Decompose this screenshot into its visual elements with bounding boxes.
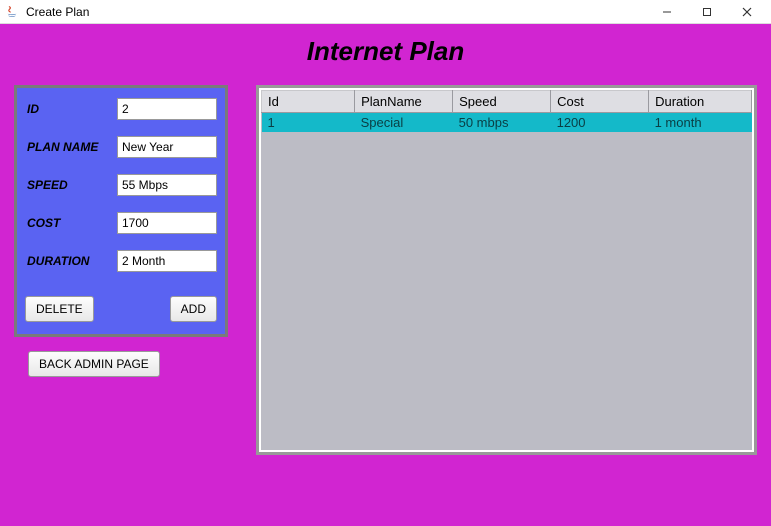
cell-speed: 50 mbps bbox=[453, 113, 551, 133]
cost-field[interactable] bbox=[117, 212, 217, 234]
id-label: ID bbox=[25, 102, 117, 116]
speed-field[interactable] bbox=[117, 174, 217, 196]
form-panel: ID PLAN NAME SPEED COST DURATION bbox=[14, 85, 228, 337]
main-panel: Internet Plan ID PLAN NAME SPEED COST bbox=[0, 24, 771, 526]
cell-cost: 1200 bbox=[551, 113, 649, 133]
duration-label: DURATION bbox=[25, 254, 117, 268]
cell-plan-name: Special bbox=[355, 113, 453, 133]
plans-table[interactable]: Id PlanName Speed Cost Duration 1 Specia… bbox=[261, 90, 752, 132]
page-title: Internet Plan bbox=[0, 24, 771, 75]
cell-duration: 1 month bbox=[649, 113, 752, 133]
window-title: Create Plan bbox=[26, 5, 647, 19]
java-icon bbox=[4, 4, 20, 20]
delete-button[interactable]: DELETE bbox=[25, 296, 94, 322]
table-row[interactable]: 1 Special 50 mbps 1200 1 month bbox=[262, 113, 752, 133]
table-header-row: Id PlanName Speed Cost Duration bbox=[262, 91, 752, 113]
plan-name-field[interactable] bbox=[117, 136, 217, 158]
col-cost[interactable]: Cost bbox=[551, 91, 649, 113]
window-controls bbox=[647, 1, 767, 23]
id-field[interactable] bbox=[117, 98, 217, 120]
close-button[interactable] bbox=[727, 1, 767, 23]
col-plan-name[interactable]: PlanName bbox=[355, 91, 453, 113]
col-id[interactable]: Id bbox=[262, 91, 355, 113]
table-panel: Id PlanName Speed Cost Duration 1 Specia… bbox=[256, 85, 757, 455]
speed-label: SPEED bbox=[25, 178, 117, 192]
col-duration[interactable]: Duration bbox=[649, 91, 752, 113]
window-titlebar: Create Plan bbox=[0, 0, 771, 24]
col-speed[interactable]: Speed bbox=[453, 91, 551, 113]
duration-field[interactable] bbox=[117, 250, 217, 272]
minimize-button[interactable] bbox=[647, 1, 687, 23]
cost-label: COST bbox=[25, 216, 117, 230]
add-button[interactable]: ADD bbox=[170, 296, 217, 322]
cell-id: 1 bbox=[262, 113, 355, 133]
maximize-button[interactable] bbox=[687, 1, 727, 23]
back-admin-button[interactable]: BACK ADMIN PAGE bbox=[28, 351, 160, 377]
plan-name-label: PLAN NAME bbox=[25, 140, 117, 154]
